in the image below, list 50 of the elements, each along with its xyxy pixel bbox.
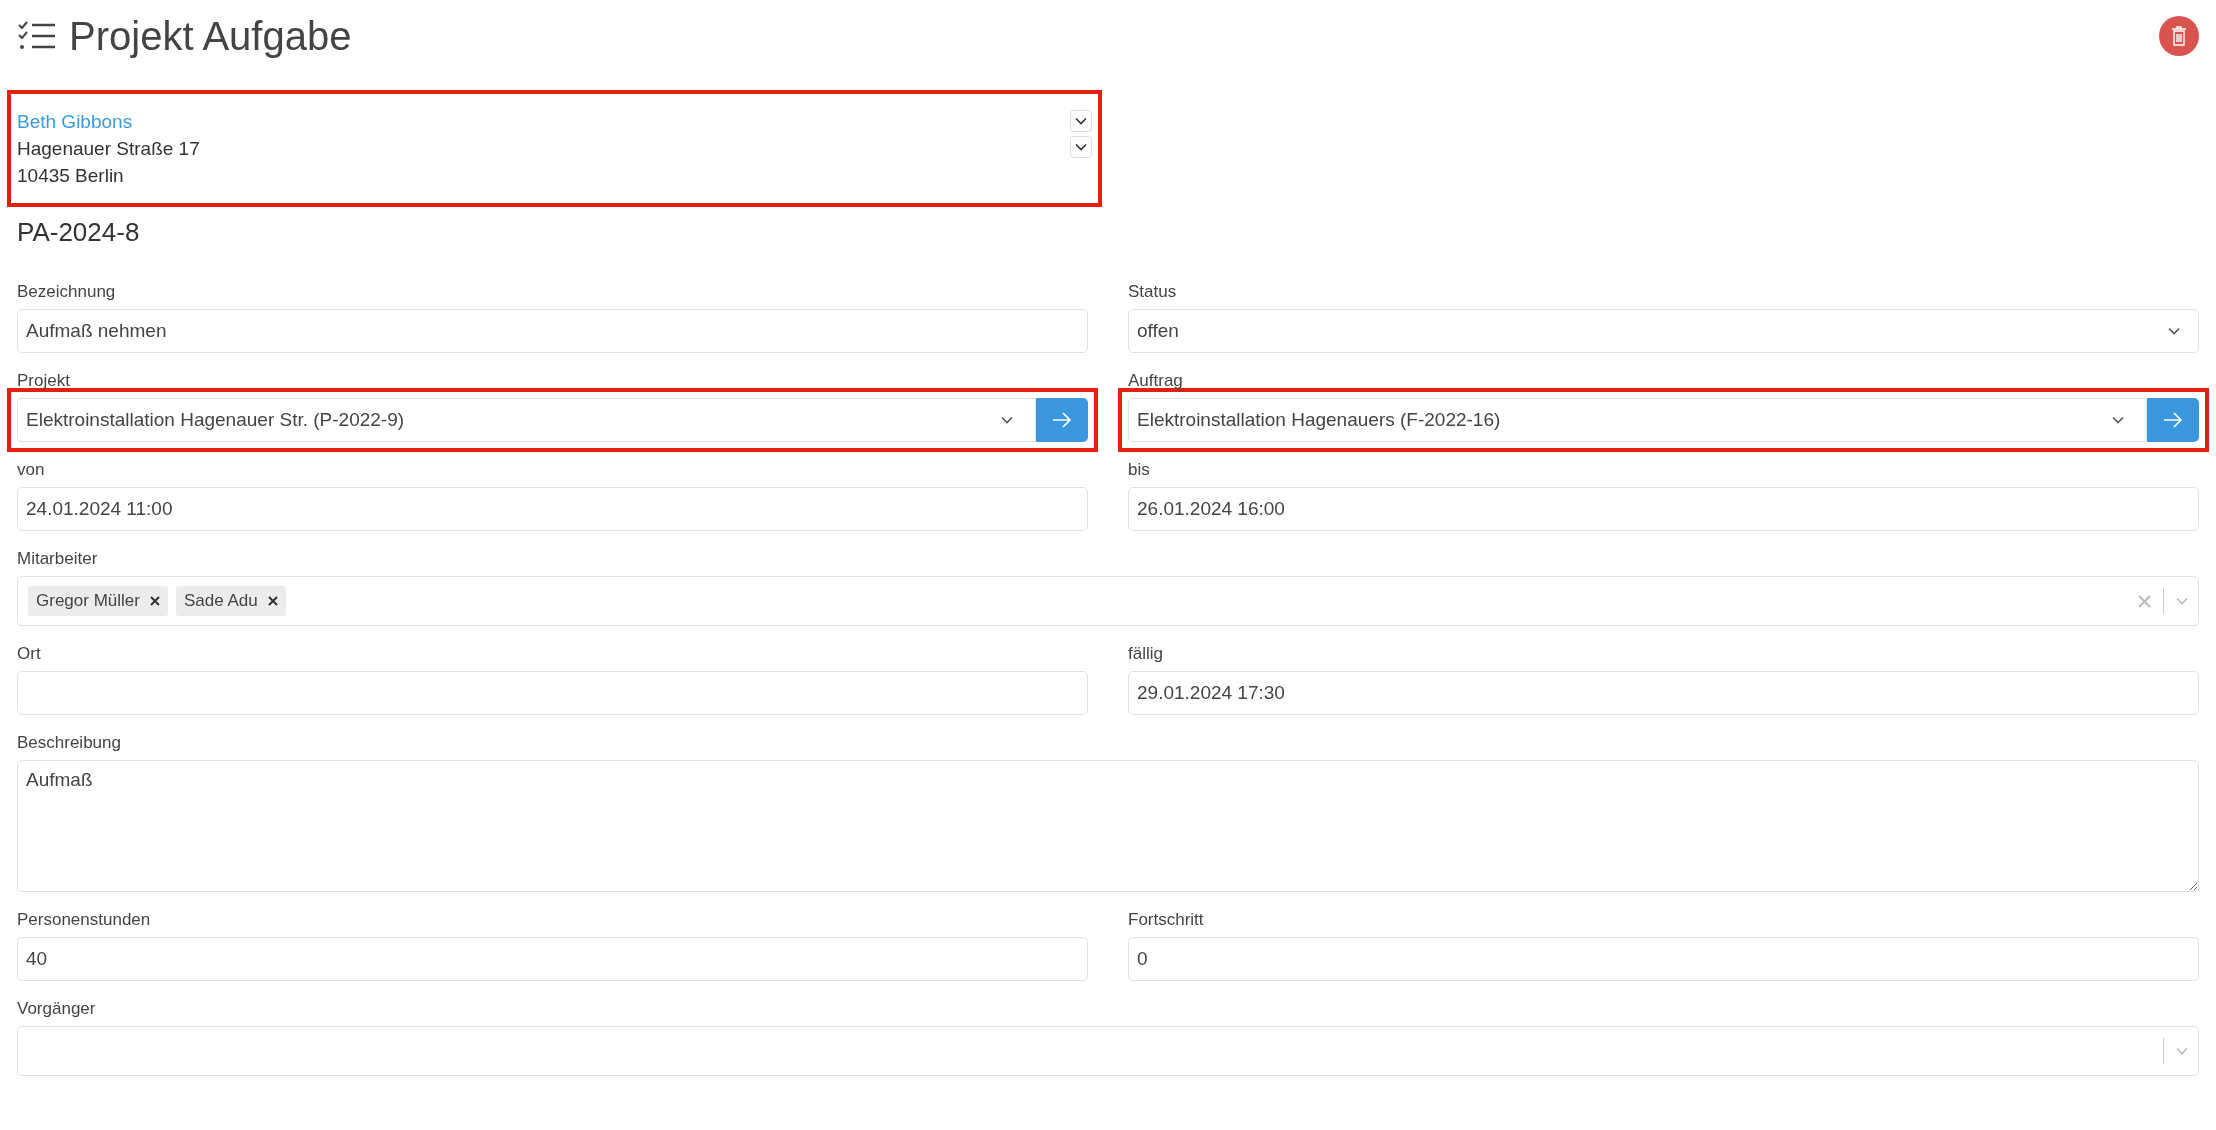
- chevron-down-icon: [2176, 1047, 2188, 1055]
- expand-button[interactable]: [1070, 136, 1092, 158]
- page-title: Projekt Aufgabe: [69, 13, 352, 59]
- checklist-icon: [17, 20, 57, 52]
- open-link-button[interactable]: [1036, 398, 1088, 442]
- address-line: 10435 Berlin: [17, 164, 125, 188]
- chevron-down-icon: [2168, 327, 2180, 335]
- trash-icon: [2171, 26, 2187, 46]
- arrow-right-icon: [2163, 412, 2183, 428]
- field-label: Vorgänger: [17, 999, 97, 1019]
- field-label: Personenstunden: [17, 910, 152, 930]
- delete-button[interactable]: [2159, 16, 2199, 56]
- select-field[interactable]: [17, 1026, 2199, 1076]
- field-label: von: [17, 460, 46, 480]
- tag-chip: Gregor Müller: [28, 586, 168, 616]
- text-field[interactable]: 24.01.2024 11:00: [17, 487, 1088, 531]
- multi-select-field[interactable]: Gregor Müller Sade Adu: [17, 576, 2199, 626]
- remove-icon[interactable]: [267, 596, 278, 606]
- field-label: bis: [1128, 460, 1151, 480]
- text-field[interactable]: 29.01.2024 17:30: [1128, 671, 2199, 715]
- field-label: fällig: [1128, 644, 1164, 664]
- field-label: Fortschritt: [1128, 910, 1205, 930]
- tag-chip: Sade Adu: [175, 586, 286, 616]
- field-label: Bezeichnung: [17, 282, 117, 302]
- chevron-down-icon: [2112, 416, 2124, 424]
- chevron-down-icon: [1075, 143, 1087, 151]
- field-label: Beschreibung: [17, 733, 122, 753]
- chevron-down-icon: [2176, 597, 2188, 605]
- text-area[interactable]: Aufmaß: [17, 760, 2199, 892]
- text-field[interactable]: [17, 671, 1088, 715]
- text-field[interactable]: 0: [1128, 937, 2199, 981]
- select-field[interactable]: Elektroinstallation Hagenauers (F-2022-16): [1128, 398, 2147, 442]
- field-label: Auftrag: [1128, 371, 1184, 391]
- field-label: Status: [1128, 282, 1178, 302]
- field-label: Projekt: [17, 371, 71, 391]
- field-label: Ort: [17, 644, 42, 664]
- text-field[interactable]: Aufmaß nehmen: [17, 309, 1088, 353]
- open-link-button[interactable]: [2147, 398, 2199, 442]
- address-line: Hagenauer Straße 17: [17, 137, 200, 161]
- chevron-down-icon: [1001, 416, 1013, 424]
- text-field[interactable]: 26.01.2024 16:00: [1128, 487, 2199, 531]
- task-number: PA-2024-8: [17, 217, 141, 248]
- arrow-right-icon: [1052, 412, 1072, 428]
- expand-button[interactable]: [1070, 110, 1092, 132]
- chevron-down-icon: [1075, 117, 1087, 125]
- remove-icon[interactable]: [149, 596, 160, 606]
- select-field[interactable]: Elektroinstallation Hagenauer Str. (P-2022-9): [17, 398, 1036, 442]
- text-field[interactable]: 40: [17, 937, 1088, 981]
- field-label: Mitarbeiter: [17, 549, 99, 569]
- select-field[interactable]: offen: [1128, 309, 2199, 353]
